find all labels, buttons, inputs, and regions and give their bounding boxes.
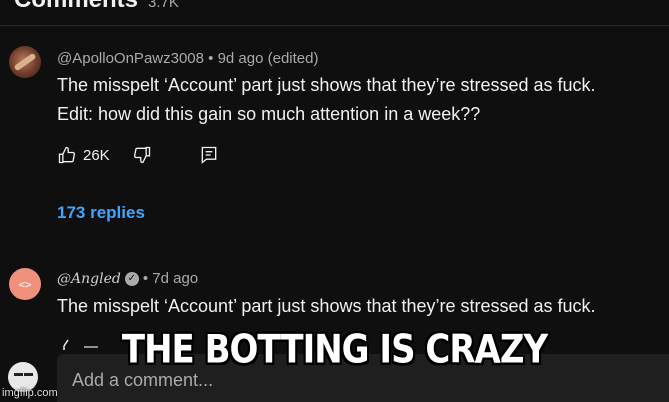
view-replies-link[interactable]: 173 replies bbox=[57, 203, 145, 223]
verified-check-icon: ✓ bbox=[124, 271, 139, 286]
comment-text-line: The misspelt ‘Account’ part just shows t… bbox=[57, 296, 596, 316]
like-count: 26K bbox=[83, 146, 110, 164]
eye-icon bbox=[14, 373, 23, 376]
dislike-button[interactable] bbox=[132, 145, 152, 165]
thumbs-up-icon bbox=[58, 146, 76, 164]
comments-header: Comments 3.7K bbox=[0, 0, 669, 26]
avatar[interactable]: <> bbox=[9, 268, 41, 300]
comments-title: Comments bbox=[14, 0, 138, 14]
meme-caption: THE BOTTING IS CRAZY bbox=[121, 327, 548, 373]
reply-button[interactable] bbox=[199, 145, 219, 165]
add-comment-placeholder: Add a comment... bbox=[72, 370, 214, 390]
comment-text-line: The misspelt ‘Account’ part just shows t… bbox=[57, 75, 596, 95]
comment-author-meta: @ApolloOnPawz3008 • 9d ago (edited) bbox=[57, 50, 319, 67]
avatar-code-icon: <> bbox=[18, 277, 32, 291]
thumbs-down-icon bbox=[133, 146, 151, 164]
avatar[interactable] bbox=[9, 46, 41, 78]
comment-text-line: Edit: how did this gain so much attentio… bbox=[57, 104, 481, 124]
comment-author[interactable]: @Angled bbox=[57, 271, 121, 287]
like-button[interactable]: 26K bbox=[57, 145, 110, 165]
watermark: imgflip.com bbox=[2, 387, 58, 399]
feather-avatar-icon bbox=[13, 52, 37, 72]
comment-time: • 7d ago bbox=[142, 270, 199, 287]
eye-icon bbox=[24, 373, 33, 376]
comment-author-meta: @Angled ✓ • 7d ago bbox=[57, 270, 198, 287]
comment-icon bbox=[201, 146, 217, 164]
comments-count: 3.7K bbox=[148, 0, 179, 11]
